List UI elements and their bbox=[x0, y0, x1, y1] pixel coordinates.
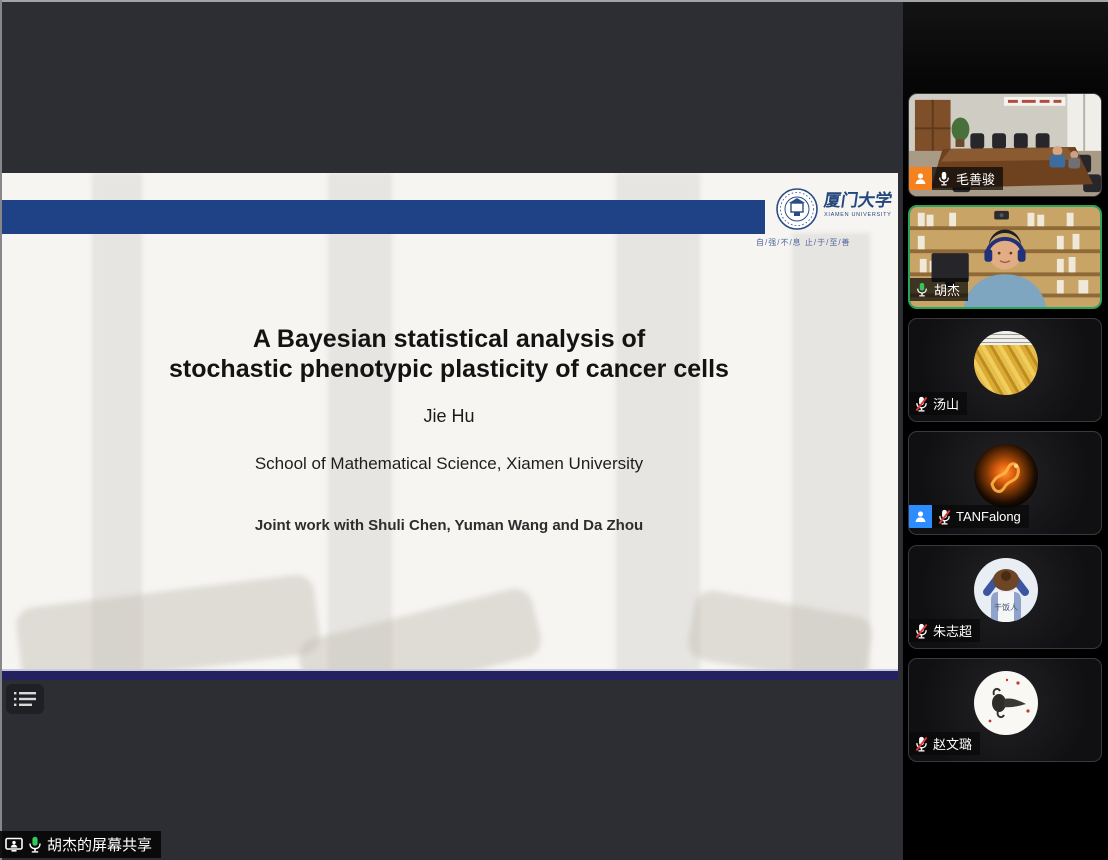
participant-namebar: TANFalong bbox=[909, 505, 1029, 528]
slide-affiliation: School of Mathematical Science, Xiamen U… bbox=[0, 454, 898, 474]
host-badge-icon bbox=[909, 167, 932, 190]
user-badge-icon bbox=[909, 505, 932, 528]
presentation-slide: 厦门大学 XIAMEN UNIVERSITY 自/强/不/息 止/于/至/善 A… bbox=[0, 173, 898, 680]
participant-tile[interactable]: 汤山 bbox=[908, 318, 1102, 422]
avatar: 干饭人 bbox=[974, 558, 1038, 622]
mic-speaking-icon bbox=[916, 282, 928, 297]
share-banner-label: 胡杰的屏幕共享 bbox=[47, 834, 152, 855]
meeting-window: 厦门大学 XIAMEN UNIVERSITY 自/强/不/息 止/于/至/善 A… bbox=[0, 0, 1108, 860]
participant-tile[interactable]: TANFalong bbox=[908, 431, 1102, 535]
slide-author: Jie Hu bbox=[0, 406, 898, 427]
participant-namebar: 胡杰 bbox=[910, 278, 968, 301]
participant-tile[interactable]: 毛善骏 bbox=[908, 93, 1102, 197]
slide-outline-button[interactable] bbox=[6, 684, 44, 714]
slide-credits: Joint work with Shuli Chen, Yuman Wang a… bbox=[0, 517, 898, 534]
window-left-edge bbox=[0, 0, 2, 860]
participant-name: 赵文璐 bbox=[933, 734, 972, 753]
xiamen-university-logo: 厦门大学 XIAMEN UNIVERSITY 自/强/不/息 止/于/至/善 bbox=[772, 185, 898, 255]
participant-name: 毛善骏 bbox=[956, 169, 995, 188]
university-motto: 自/强/不/息 止/于/至/善 bbox=[756, 237, 898, 248]
slide-accent-band bbox=[0, 200, 765, 234]
shared-screen-area: 厦门大学 XIAMEN UNIVERSITY 自/强/不/息 止/于/至/善 A… bbox=[0, 0, 903, 860]
participant-tile[interactable]: 干饭人 朱志超 bbox=[908, 545, 1102, 649]
participant-namebar: 朱志超 bbox=[909, 619, 980, 642]
university-seal-icon bbox=[776, 188, 818, 230]
participant-name: TANFalong bbox=[956, 509, 1021, 524]
participant-name: 汤山 bbox=[933, 394, 959, 413]
screen-share-banner: 胡杰的屏幕共享 bbox=[0, 831, 161, 858]
participant-name: 胡杰 bbox=[934, 280, 960, 299]
avatar bbox=[974, 331, 1038, 395]
mic-on-icon bbox=[938, 171, 950, 186]
outline-list-icon bbox=[14, 691, 36, 707]
avatar bbox=[974, 671, 1038, 735]
slide-title: A Bayesian statistical analysis of stoch… bbox=[0, 324, 898, 384]
slide-footer-bar bbox=[0, 671, 898, 680]
mic-muted-icon bbox=[938, 509, 951, 525]
participant-tile-active-speaker[interactable]: 胡杰 bbox=[908, 205, 1102, 309]
participant-name: 朱志超 bbox=[933, 621, 972, 640]
participant-namebar: 毛善骏 bbox=[909, 167, 1003, 190]
screen-share-icon bbox=[5, 837, 23, 853]
slide-title-line2: stochastic phenotypic plasticity of canc… bbox=[0, 354, 898, 384]
university-name-zh: 厦门大学 bbox=[823, 191, 898, 211]
slide-background-shape bbox=[14, 573, 322, 680]
university-name-en: XIAMEN UNIVERSITY bbox=[824, 212, 898, 218]
avatar bbox=[974, 444, 1038, 508]
participant-namebar: 汤山 bbox=[909, 392, 967, 415]
participants-sidebar: 毛善骏 bbox=[903, 0, 1108, 860]
avatar-shirt-text: 干饭人 bbox=[994, 602, 1018, 612]
mic-muted-icon bbox=[915, 736, 928, 752]
mic-muted-icon bbox=[915, 396, 928, 412]
window-top-edge bbox=[0, 0, 1108, 2]
mic-on-icon bbox=[28, 836, 42, 853]
mic-muted-icon bbox=[915, 623, 928, 639]
participant-tile[interactable]: 赵文璐 bbox=[908, 658, 1102, 762]
participant-namebar: 赵文璐 bbox=[909, 732, 980, 755]
slide-title-line1: A Bayesian statistical analysis of bbox=[0, 324, 898, 354]
